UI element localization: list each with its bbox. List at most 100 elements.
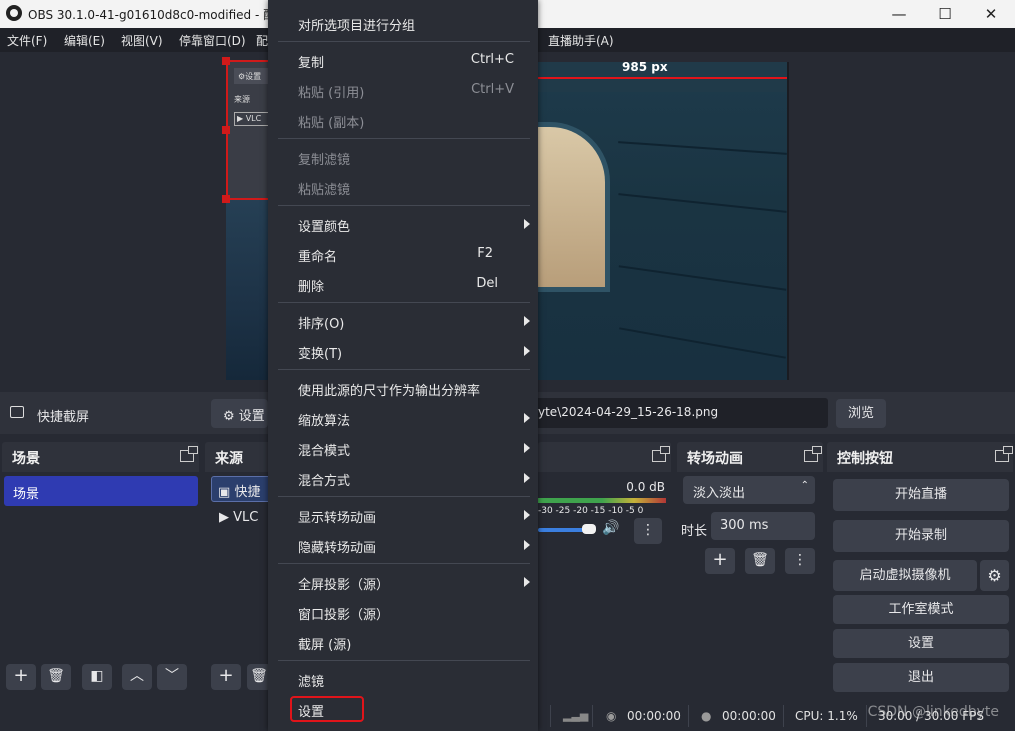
menu-item-order[interactable]: 排序(O) <box>268 306 538 336</box>
resize-handle[interactable] <box>222 195 230 203</box>
menu-item-delete[interactable]: 删除 Del <box>268 269 538 299</box>
menu-item-scale-filter[interactable]: 缩放算法 <box>268 403 538 433</box>
scene-list-item[interactable]: 场景 <box>4 476 198 506</box>
menu-profile[interactable]: 配 <box>256 32 268 49</box>
audio-mixer-dock: 0.0 dB -30 -25 -20 -15 -10 -5 0 🔊 ⋮ <box>538 442 671 697</box>
menu-item-copy[interactable]: 复制 Ctrl+C <box>268 45 538 75</box>
add-transition-button[interactable]: + <box>705 548 735 574</box>
add-source-button[interactable]: + <box>211 664 241 690</box>
spin-arrows-icon: ⌃ <box>800 480 809 491</box>
resize-handle[interactable] <box>222 57 230 65</box>
gear-icon: ⚙ <box>223 409 235 424</box>
transitions-dock: 转场动画 淡入淡出 ⌃ 时长 300 ms + 🗑 ⋮ <box>677 442 823 697</box>
menu-file[interactable]: 文件(F) <box>7 32 47 49</box>
trash-icon[interactable]: 🗑 <box>41 664 71 690</box>
move-up-icon[interactable]: ︿ <box>122 664 152 690</box>
porthole-window-image <box>538 122 610 292</box>
menu-item-copy-filters[interactable]: 复制滤镜 <box>268 142 538 172</box>
submenu-arrow-icon <box>524 413 530 423</box>
controls-dock-title: 控制按钮 <box>837 451 893 467</box>
image-icon: ▣ <box>218 485 231 500</box>
menu-live-assistant[interactable]: 直播助手(A) <box>548 32 614 49</box>
transition-select[interactable]: 淡入淡出 ⌃ <box>683 476 815 504</box>
gear-icon[interactable]: ⚙ <box>980 560 1009 591</box>
watermark: CSDN @linkedbyte <box>867 704 999 720</box>
menu-item-filters[interactable]: 滤镜 <box>268 664 538 694</box>
record-status-icon: ● <box>701 709 712 723</box>
volume-slider-handle[interactable] <box>582 524 596 534</box>
submenu-arrow-icon <box>524 577 530 587</box>
studio-mode-button[interactable]: 工作室模式 <box>833 595 1009 624</box>
maximize-button[interactable]: ☐ <box>922 0 968 28</box>
browse-button[interactable]: 浏览 <box>836 399 886 428</box>
menu-view[interactable]: 视图(V) <box>121 32 163 49</box>
menu-item-blend-mode[interactable]: 混合模式 <box>268 433 538 463</box>
selection-border-bottom <box>226 198 270 200</box>
stream-time: 00:00:00 <box>627 709 681 723</box>
submenu-arrow-icon <box>524 219 530 229</box>
menu-item-rename[interactable]: 重命名 F2 <box>268 239 538 269</box>
start-recording-button[interactable]: 开始录制 <box>833 520 1009 552</box>
menu-item-fullscreen-projector[interactable]: 全屏投影（源） <box>268 567 538 597</box>
dock-float-icon[interactable] <box>995 446 1013 462</box>
source-item-vlc[interactable]: ▶ VLC <box>211 510 258 536</box>
duration-label: 时长 <box>681 524 708 539</box>
settings-button[interactable]: 设置 <box>833 629 1009 658</box>
transition-menu-icon[interactable]: ⋮ <box>785 548 815 574</box>
exit-button[interactable]: 退出 <box>833 663 1009 692</box>
preview-canvas-right <box>538 62 787 380</box>
scene-filters-icon[interactable]: ◧ <box>82 664 112 690</box>
source-settings-button[interactable]: ⚙ 设置 <box>211 399 268 428</box>
start-streaming-button[interactable]: 开始直播 <box>833 479 1009 511</box>
menu-dock[interactable]: 停靠窗口(D) <box>179 32 246 49</box>
move-down-icon[interactable]: ﹀ <box>157 664 187 690</box>
menu-item-transform[interactable]: 变换(T) <box>268 336 538 366</box>
menu-item-screenshot[interactable]: 截屏 (源) <box>268 627 538 657</box>
dock-float-icon[interactable] <box>804 446 822 462</box>
speaker-icon[interactable]: 🔊 <box>602 520 619 536</box>
start-virtual-camera-button[interactable]: 启动虚拟摄像机 <box>833 560 977 591</box>
nested-obs-thumbnail: ⚙设置 来源 ▶ VLC <box>228 62 270 200</box>
menu-item-windowed-projector[interactable]: 窗口投影（源） <box>268 597 538 627</box>
menu-edit[interactable]: 编辑(E) <box>64 32 105 49</box>
menu-item-show-transition[interactable]: 显示转场动画 <box>268 500 538 530</box>
close-button[interactable]: ✕ <box>968 0 1014 28</box>
sources-dock: 来源 ▣ 快捷 ▶ VLC + 🗑 <box>205 442 271 697</box>
selected-source-name: 快捷截屏 <box>37 410 90 425</box>
submenu-arrow-icon <box>524 316 530 326</box>
duration-spinbox[interactable]: 300 ms <box>711 512 815 540</box>
transitions-dock-title: 转场动画 <box>687 451 743 467</box>
measurement-label: 985 px <box>622 60 668 74</box>
source-context-menu: 对所选项目进行分组 复制 Ctrl+C 粘贴 (引用) Ctrl+V 粘贴 (副本)… <box>268 0 538 731</box>
window-title: OBS 30.1.0-41-g01610d8c0-modified - 配置文 <box>28 8 300 22</box>
menu-item-paste-duplicate[interactable]: 粘贴 (副本) <box>268 105 538 135</box>
volume-meter <box>538 498 666 503</box>
menu-item-group[interactable]: 对所选项目进行分组 <box>268 8 538 38</box>
dock-float-icon[interactable] <box>180 446 198 462</box>
mixer-db-readout: 0.0 dB <box>626 480 665 494</box>
minimize-button[interactable]: — <box>876 0 922 28</box>
source-item-image[interactable]: ▣ 快捷 <box>211 476 271 502</box>
menu-item-hide-transition[interactable]: 隐藏转场动画 <box>268 530 538 560</box>
properties-highlight-box <box>290 696 364 722</box>
record-time: 00:00:00 <box>722 709 776 723</box>
scenes-dock: 场景 场景 + 🗑 ◧ ︿ ﹀ <box>2 442 199 697</box>
menu-item-resize-output[interactable]: 使用此源的尺寸作为输出分辨率 <box>268 373 538 403</box>
menu-item-paste-reference[interactable]: 粘贴 (引用) Ctrl+V <box>268 75 538 105</box>
resize-handle[interactable] <box>222 126 230 134</box>
trash-icon[interactable]: 🗑 <box>745 548 775 574</box>
menu-item-blend-method[interactable]: 混合方式 <box>268 463 538 493</box>
scenes-dock-title: 场景 <box>12 451 40 467</box>
dock-float-icon[interactable] <box>652 446 670 462</box>
mixer-menu-icon[interactable]: ⋮ <box>634 518 662 544</box>
add-scene-button[interactable]: + <box>6 664 36 690</box>
file-path-field[interactable]: yte\2024-04-29_15-26-18.png <box>530 398 828 428</box>
submenu-arrow-icon <box>524 443 530 453</box>
play-icon: ▶ <box>219 510 229 525</box>
menu-item-paste-filters[interactable]: 粘贴滤镜 <box>268 172 538 202</box>
sources-dock-title: 来源 <box>215 451 243 467</box>
submenu-arrow-icon <box>524 473 530 483</box>
menu-item-set-color[interactable]: 设置颜色 <box>268 209 538 239</box>
stream-status-icon: ◉ <box>606 709 617 723</box>
obs-logo-icon <box>6 5 22 21</box>
